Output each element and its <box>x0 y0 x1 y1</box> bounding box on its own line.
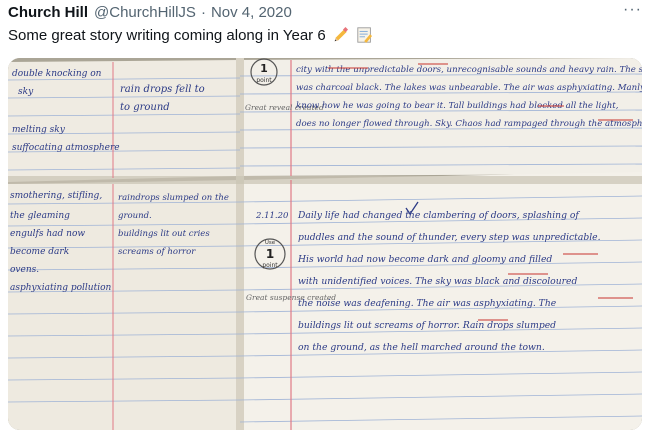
top-right-line-4: does no longer flowed through. Sky. Chao… <box>296 119 642 129</box>
bottom-left-word-6: asphyxiating pollution <box>10 283 112 293</box>
svg-text:1: 1 <box>266 247 274 261</box>
bottom-right-line-5: the noise was deafening. The air was asp… <box>298 298 557 309</box>
bottom-right-line-7: on the ground, as the hell marched aroun… <box>298 342 545 353</box>
bottom-right-line-6: buildings lit out screams of horror. Rai… <box>298 320 556 331</box>
bottom-middle-word-3: buildings lit out cries <box>118 229 210 239</box>
top-left-word-4: suffocating atmosphere <box>12 143 120 153</box>
bottom-left-word-2: the gleaming <box>10 211 70 221</box>
top-left-word-3: melting sky <box>12 125 66 135</box>
top-right-line-3: know how he was going to bear it. Tall b… <box>296 101 619 111</box>
top-right-line-1: city with the unpredictable doors, unrec… <box>296 65 642 75</box>
bottom-right-line-1: Daily life had changed the clambering of… <box>297 210 580 221</box>
pencil-icon <box>334 27 348 42</box>
notebook-photo: double knocking on sky melting sky suffo… <box>8 58 642 430</box>
svg-text:1: 1 <box>260 62 268 75</box>
bottom-middle-word-4: screams of horror <box>118 247 196 257</box>
tweet-header: Church Hill @ChurchHillJS · Nov 4, 2020 … <box>8 1 642 21</box>
top-middle-word-1: rain drops fell to <box>120 84 205 95</box>
tweet-body: Some great story writing coming along in… <box>8 26 374 44</box>
date-line: 2.11.20 <box>255 211 289 221</box>
tweet-date[interactable]: Nov 4, 2020 <box>211 4 292 21</box>
tweet-text: Some great story writing coming along in… <box>8 26 326 44</box>
top-right-line-2: was charcoal black. The lakes was unbear… <box>296 83 642 93</box>
bottom-left-word-3: engulfs had now <box>10 229 85 239</box>
more-options-icon[interactable]: ··· <box>623 1 642 19</box>
header-separator: · <box>200 3 206 21</box>
bottom-middle-word-2: ground. <box>118 211 152 221</box>
bottom-right-line-4: with unidentified voices. The sky was bl… <box>298 276 577 287</box>
bottom-right-line-2: puddles and the sound of thunder, every … <box>298 232 601 243</box>
bottom-middle-word-1: raindrops slumped on the <box>118 193 229 203</box>
memo-icon <box>357 27 372 43</box>
author-handle[interactable]: @ChurchHillJS <box>94 4 196 21</box>
bottom-left-word-1: smothering, stifling, <box>10 191 102 201</box>
tweet-photo[interactable]: double knocking on sky melting sky suffo… <box>8 58 642 430</box>
bottom-left-word-5: ovens. <box>10 265 39 275</box>
bottom-right-line-3: His world had now become dark and gloomy… <box>297 254 552 265</box>
top-middle-word-2: to ground <box>120 102 170 113</box>
top-left-word-2: sky <box>18 87 34 97</box>
svg-text:point: point <box>256 77 272 84</box>
svg-text:point: point <box>262 262 278 269</box>
svg-text:Use: Use <box>265 240 276 246</box>
author-name[interactable]: Church Hill <box>8 4 88 21</box>
bottom-left-word-4: become dark <box>10 247 69 257</box>
top-left-word-1: double knocking on <box>12 69 102 79</box>
